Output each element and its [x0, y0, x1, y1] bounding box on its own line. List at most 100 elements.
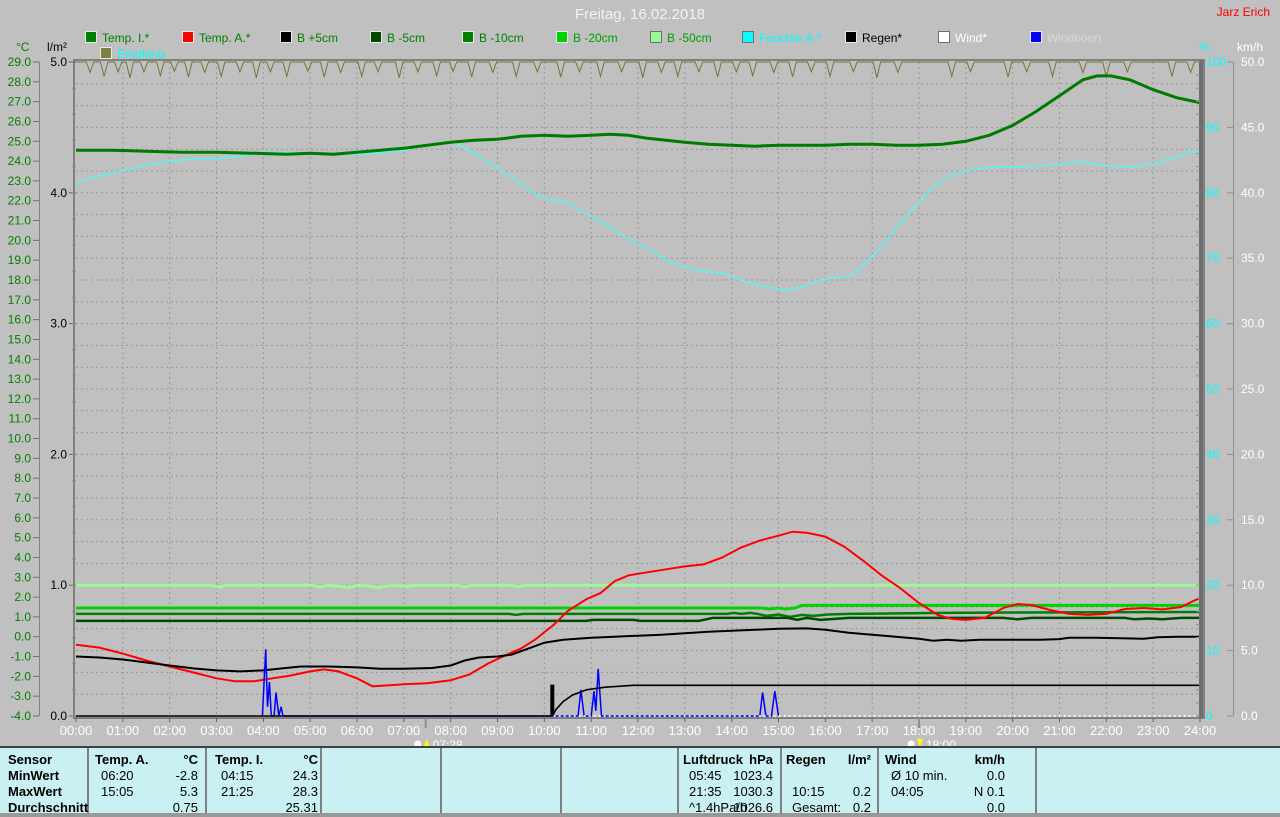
wind-axis-label: 35.0	[1241, 251, 1265, 265]
table-divider	[205, 748, 207, 815]
time-axis-label: 14:00	[715, 723, 748, 738]
temp-axis-label: 29.0	[8, 55, 32, 69]
table-row-label: MaxWert	[8, 784, 62, 799]
time-axis-label: 21:00	[1043, 723, 1076, 738]
table-divider	[320, 748, 322, 815]
temp-axis-label: 16.0	[8, 313, 32, 327]
temp-axis-label: 21.0	[8, 214, 32, 228]
table-divider	[440, 748, 442, 815]
humidity-axis-label: 40	[1206, 447, 1220, 461]
series-regen	[76, 685, 1200, 716]
temp-axis-label: 25.0	[8, 134, 32, 148]
temp-axis-label: 18.0	[8, 273, 32, 287]
table-cell-value: 1030.3	[683, 784, 773, 799]
temp-axis-label: 28.0	[8, 75, 32, 89]
plot-border	[74, 60, 1204, 718]
humidity-axis-label: 30	[1206, 513, 1220, 527]
temp-axis-label: 0.0	[14, 630, 31, 644]
time-axis-label: 16:00	[809, 723, 842, 738]
table-cell-value: 28.3	[215, 784, 318, 799]
temp-axis-label: 9.0	[14, 451, 31, 465]
time-axis-label: 03:00	[200, 723, 233, 738]
rain-axis-label: 1.0	[50, 578, 67, 592]
table-cell-value: 0.0	[885, 768, 1005, 783]
wind-axis-label: 15.0	[1241, 513, 1265, 527]
series-b10	[76, 612, 1200, 617]
table-col-unit: l/m²	[786, 752, 871, 767]
series-windboen	[262, 649, 778, 716]
rain-axis-label: 5.0	[50, 55, 67, 69]
weather-chart: 29.028.027.026.025.024.023.022.021.020.0…	[0, 0, 1280, 747]
temp-axis-label: 22.0	[8, 194, 32, 208]
time-axis-label: 20:00	[996, 723, 1029, 738]
table-divider	[1035, 748, 1037, 815]
table-divider	[560, 748, 562, 815]
wind-axis-label: 25.0	[1241, 382, 1265, 396]
rain-axis-label: 4.0	[50, 186, 67, 200]
time-axis-label: 19:00	[950, 723, 983, 738]
temp-axis-label: 14.0	[8, 352, 32, 366]
temp-axis-label: 8.0	[14, 471, 31, 485]
wind-axis-label: 5.0	[1241, 644, 1258, 658]
wind-axis-label: 50.0	[1241, 55, 1265, 69]
temp-axis-label: 23.0	[8, 174, 32, 188]
humidity-axis-label: 20	[1206, 578, 1220, 592]
time-axis-label: 02:00	[153, 723, 186, 738]
stats-table: SensorMinWertMaxWertDurchschnittTemp. A.…	[0, 746, 1280, 815]
rain-axis-label: 3.0	[50, 317, 67, 331]
humidity-axis-label: 100	[1206, 55, 1226, 69]
temp-axis-label: -4.0	[10, 709, 31, 723]
time-axis-label: 22:00	[1090, 723, 1123, 738]
wind-axis-label: 0.0	[1241, 709, 1258, 723]
humidity-axis-label: 90	[1206, 120, 1220, 134]
table-cell-value: -2.8	[95, 768, 198, 783]
temp-axis-label: 5.0	[14, 531, 31, 545]
series-b5plus	[76, 628, 1200, 671]
wind-axis-label: 30.0	[1241, 317, 1265, 331]
series-b50	[76, 585, 1200, 587]
temp-axis-label: -2.0	[10, 669, 31, 683]
table-cell-value: N 0.1	[885, 784, 1005, 799]
table-row-label: Sensor	[8, 752, 52, 767]
table-col-unit: °C	[215, 752, 318, 767]
temp-axis-label: 13.0	[8, 372, 32, 386]
temp-axis-label: -1.0	[10, 650, 31, 664]
time-axis-label: 08:00	[434, 723, 467, 738]
time-axis-label: 04:00	[247, 723, 280, 738]
humidity-axis-label: 60	[1206, 317, 1220, 331]
temp-axis-label: 10.0	[8, 432, 32, 446]
time-axis-label: 07:00	[388, 723, 421, 738]
wind-axis-label: 45.0	[1241, 120, 1265, 134]
temp-axis-label: 19.0	[8, 253, 32, 267]
time-axis-label: 24:00	[1184, 723, 1217, 738]
time-axis-label: 00:00	[60, 723, 93, 738]
table-divider	[677, 748, 679, 815]
temp-axis-label: 1.0	[14, 610, 31, 624]
table-cell-value: 0.2	[786, 784, 871, 799]
weather-station-window: Freitag, 16.02.2018 Jarz Erich Temp. I.*…	[0, 0, 1280, 817]
time-axis-label: 11:00	[575, 723, 607, 738]
table-col-unit: hPa	[683, 752, 773, 767]
temp-axis-label: 2.0	[14, 590, 31, 604]
temp-axis-label: 15.0	[8, 332, 32, 346]
time-axis-label: 12:00	[622, 723, 655, 738]
humidity-axis-label: 70	[1206, 251, 1220, 265]
table-cell-value: 1023.4	[683, 768, 773, 783]
table-cell-value: 24.3	[215, 768, 318, 783]
rain-axis-label: 0.0	[50, 709, 67, 723]
temp-axis-label: 20.0	[8, 233, 32, 247]
window-bottom-edge	[0, 813, 1280, 817]
humidity-axis-label: 50	[1206, 382, 1220, 396]
temp-axis-label: 17.0	[8, 293, 32, 307]
table-col-unit: km/h	[885, 752, 1005, 767]
time-axis-label: 09:00	[481, 723, 514, 738]
table-col-unit: °C	[95, 752, 198, 767]
time-axis-label: 06:00	[341, 723, 374, 738]
temp-axis-label: 7.0	[14, 491, 31, 505]
temp-axis-label: 27.0	[8, 95, 32, 109]
wind-axis-label: 40.0	[1241, 186, 1265, 200]
temp-axis-label: 24.0	[8, 154, 32, 168]
time-axis-label: 05:00	[294, 723, 327, 738]
wind-axis-label: 10.0	[1241, 578, 1265, 592]
table-divider	[780, 748, 782, 815]
